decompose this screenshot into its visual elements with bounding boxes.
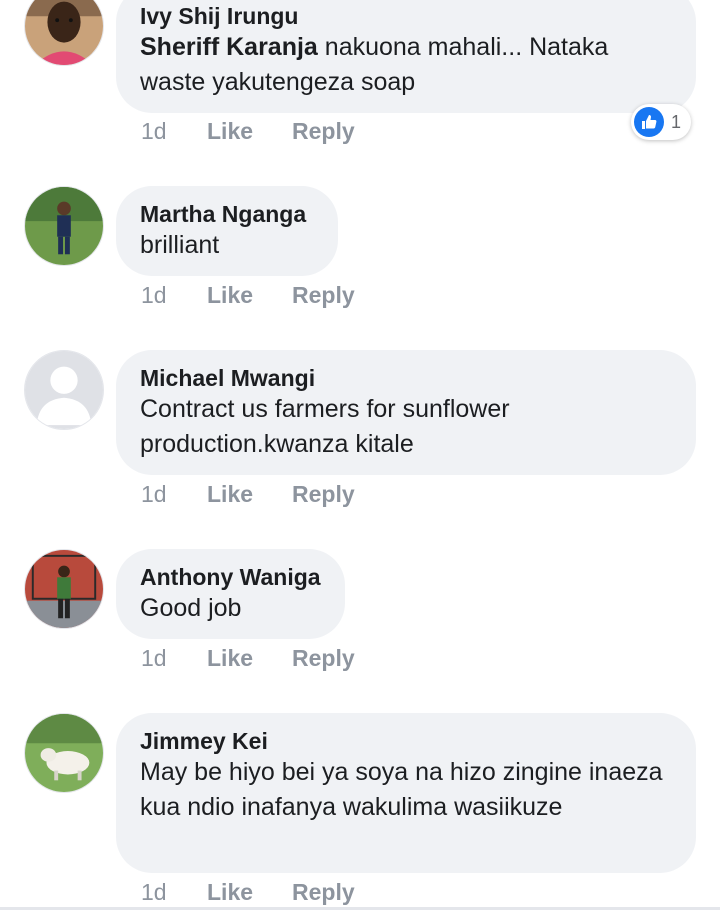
- comment-author[interactable]: Anthony Waniga: [140, 563, 321, 591]
- avatar[interactable]: [24, 186, 104, 266]
- comment-actions: 1d Like Reply: [141, 645, 382, 672]
- avatar[interactable]: [24, 0, 104, 66]
- like-button[interactable]: Like: [207, 118, 292, 145]
- man-at-gate-icon: [25, 550, 103, 628]
- reaction-count: 1: [671, 111, 682, 132]
- comment-bubble: Michael Mwangi Contract us farmers for s…: [116, 350, 696, 475]
- comment-actions: 1d Like Reply: [141, 879, 382, 906]
- child-in-suit-icon: [25, 187, 103, 265]
- like-button[interactable]: Like: [207, 879, 292, 906]
- comment-actions: 1d Like Reply: [141, 481, 382, 508]
- lamb-icon: [25, 714, 103, 792]
- comment-time[interactable]: 1d: [141, 645, 207, 672]
- comment-actions: 1d Like Reply: [141, 282, 382, 309]
- comment-time[interactable]: 1d: [141, 481, 207, 508]
- comment-text: Good job: [140, 594, 242, 622]
- girl-portrait-icon: [25, 0, 103, 65]
- comment-bubble: Martha Nganga brilliant: [116, 186, 338, 276]
- avatar[interactable]: [24, 713, 104, 793]
- comment-bubble: Anthony Waniga Good job: [116, 549, 345, 639]
- comment-author[interactable]: Martha Nganga: [140, 200, 314, 228]
- reply-button[interactable]: Reply: [292, 645, 382, 672]
- like-button[interactable]: Like: [207, 481, 292, 508]
- reply-button[interactable]: Reply: [292, 481, 382, 508]
- comment-time[interactable]: 1d: [141, 118, 207, 145]
- comment-text: Sheriff Karanja nakuona mahali... Nataka…: [140, 30, 672, 100]
- comment-actions: 1d Like Reply: [141, 118, 382, 145]
- comment-text: Contract us farmers for sunflower produc…: [140, 395, 510, 458]
- reply-button[interactable]: Reply: [292, 879, 382, 906]
- comment-text: brilliant: [140, 231, 220, 259]
- comment-text: May be hiyo bei ya soya na hizo zingine …: [140, 758, 663, 821]
- like-button[interactable]: Like: [207, 645, 292, 672]
- avatar[interactable]: [24, 350, 104, 430]
- comment-time[interactable]: 1d: [141, 879, 207, 906]
- reply-button[interactable]: Reply: [292, 282, 382, 309]
- comment-author[interactable]: Ivy Shij Irungu: [140, 2, 672, 30]
- mention-link[interactable]: Sheriff Karanja: [140, 33, 318, 61]
- comment-bubble: Jimmey Kei May be hiyo bei ya soya na hi…: [116, 713, 696, 873]
- avatar[interactable]: [24, 549, 104, 629]
- default-silhouette-icon: [25, 351, 103, 429]
- thumbs-up-icon: [634, 107, 664, 137]
- comment-bubble: Ivy Shij Irungu Sheriff Karanja nakuona …: [116, 0, 696, 113]
- comment-author[interactable]: Michael Mwangi: [140, 364, 672, 392]
- reply-button[interactable]: Reply: [292, 118, 382, 145]
- comment-time[interactable]: 1d: [141, 282, 207, 309]
- comment-author[interactable]: Jimmey Kei: [140, 727, 672, 755]
- reaction-summary[interactable]: 1: [631, 104, 692, 140]
- like-button[interactable]: Like: [207, 282, 292, 309]
